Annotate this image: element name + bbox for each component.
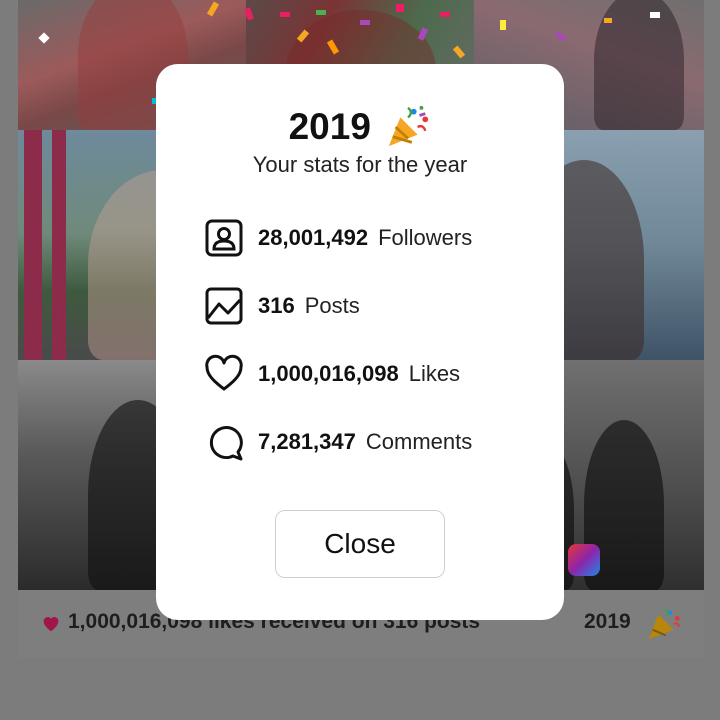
stat-comments: 7,281,347 Comments <box>204 422 472 462</box>
dialog-subtitle: Your stats for the year <box>252 152 468 177</box>
comment-icon <box>209 426 243 461</box>
stat-likes: 1,000,016,098 Likes <box>204 354 460 394</box>
chart-icon <box>205 287 243 325</box>
likes-count: 1,000,016,098 <box>258 361 399 386</box>
stat-followers: 28,001,492 Followers <box>204 218 472 258</box>
party-popper-icon <box>648 608 681 640</box>
year-stats-dialog: 2019 Your stats for the year 28,001,492 … <box>156 64 564 620</box>
likes-label: Likes <box>408 361 461 386</box>
followers-label: Followers <box>378 225 473 250</box>
person-icon <box>205 219 243 257</box>
comments-label: Comments <box>365 429 473 454</box>
comments-count: 7,281,347 <box>258 429 356 454</box>
posts-label: Posts <box>304 293 360 318</box>
close-button[interactable]: Close <box>275 510 445 578</box>
dialog-header: 2019 <box>156 104 564 150</box>
party-popper-icon <box>389 105 429 147</box>
heart-icon <box>43 617 59 632</box>
posts-count: 316 <box>258 293 295 318</box>
dialog-year-title: 2019 <box>288 106 371 147</box>
summary-year: 2019 <box>584 610 631 633</box>
watermark-logo <box>568 544 600 576</box>
followers-count: 28,001,492 <box>258 225 369 250</box>
stat-posts: 316 Posts <box>204 286 360 326</box>
heart-icon <box>205 354 243 391</box>
